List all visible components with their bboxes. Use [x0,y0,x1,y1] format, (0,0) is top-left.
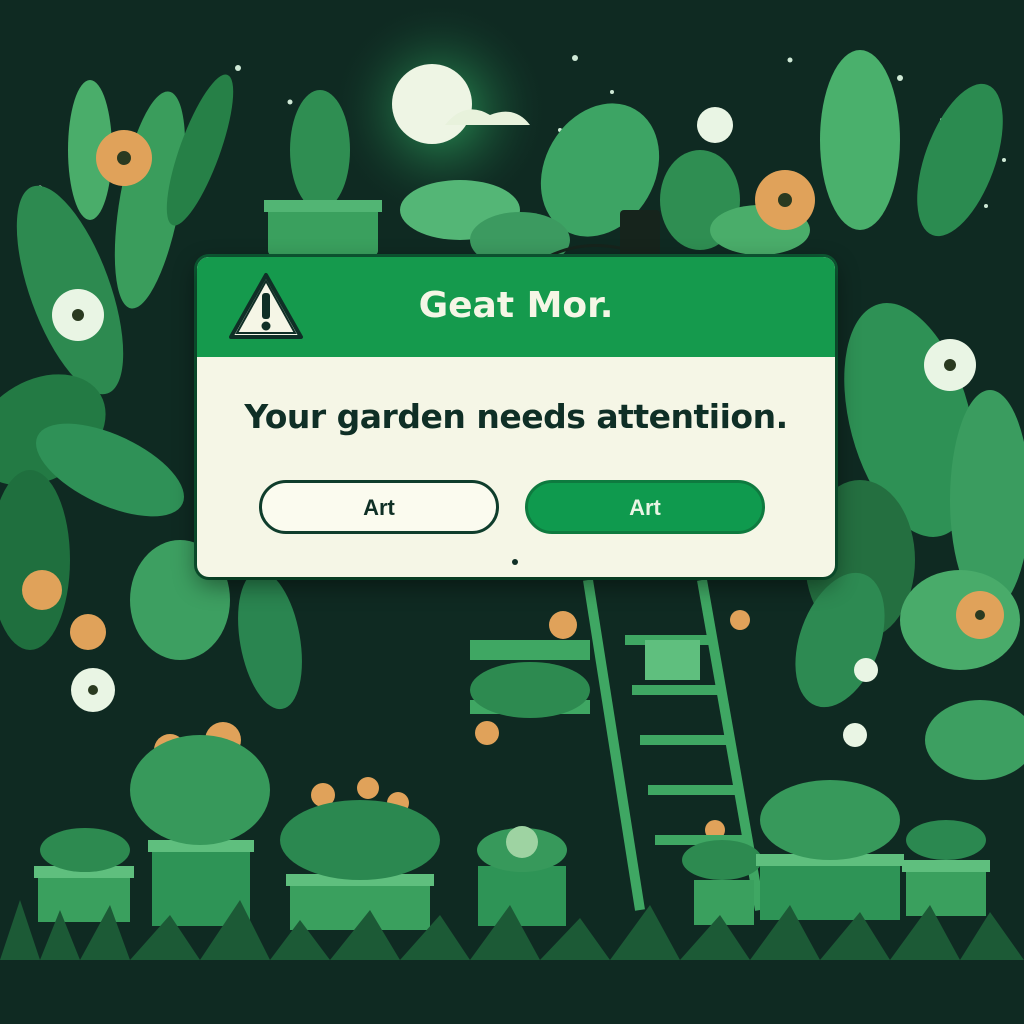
dialog-message: Your garden needs attentiion. [244,397,788,436]
primary-button[interactable]: Art [525,480,765,534]
dialog-title: Geat Mor. [418,285,614,326]
dialog-header: Geat Mor. [197,257,835,357]
dialog-indicator-dot [512,559,518,565]
secondary-button[interactable]: Art [259,480,499,534]
alert-dialog: Geat Mor. Your garden needs attentiion. … [197,257,835,577]
